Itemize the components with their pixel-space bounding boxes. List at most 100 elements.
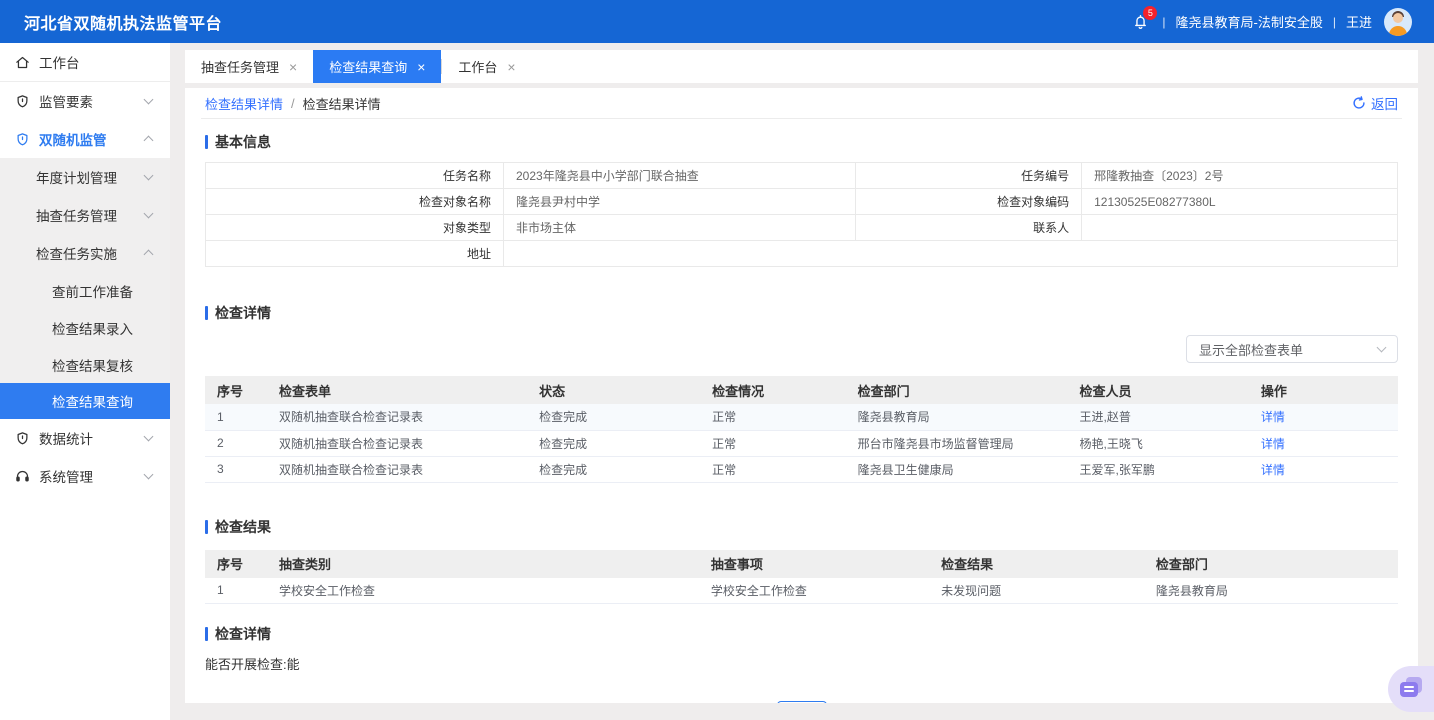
breadcrumb: 检查结果详情 / 检查结果详情 返回 <box>201 88 1402 119</box>
chevron-down-icon <box>144 209 154 219</box>
inspection-result-table: 序号 抽查类别 抽查事项 检查结果 检查部门 1 学校安全工作检查 学校安全工作… <box>205 550 1398 605</box>
user-avatar[interactable] <box>1384 8 1412 36</box>
tab-spot-check-tasks[interactable]: 抽查任务管理 × <box>185 50 313 83</box>
content-card: 检查结果详情 / 检查结果详情 返回 基本信息 <box>185 88 1418 703</box>
sidebar-item-double-random[interactable]: 双随机监管 <box>0 120 170 158</box>
field-value <box>1082 215 1398 241</box>
sidebar-item-data-statistics[interactable]: 数据统计 <box>0 419 170 457</box>
tab-bar: 抽查任务管理 × 检查结果查询 × 工作台 × <box>185 50 1418 83</box>
chevron-up-icon <box>144 136 154 146</box>
field-value: 12130525E08277380L <box>1082 189 1398 215</box>
detail-link[interactable]: 详情 <box>1261 437 1285 451</box>
sidebar-item-supervision-elements[interactable]: 监管要素 <box>0 82 170 120</box>
table-row: 1 双随机抽查联合检查记录表 检查完成 正常 隆尧县教育局 王进,赵普 详情 <box>205 404 1398 430</box>
notification-badge: 5 <box>1143 6 1157 20</box>
table-row: 1 学校安全工作检查 学校安全工作检查 未发现问题 隆尧县教育局 <box>205 578 1398 604</box>
field-label: 任务编号 <box>855 163 1081 189</box>
headset-icon <box>15 469 30 484</box>
user-name: 王进 <box>1346 12 1372 31</box>
inspection-detail-table: 序号 检查表单 状态 检查情况 检查部门 检查人员 操作 1 双随机抽查联合检查 <box>205 376 1398 483</box>
section-bottom-detail: 检查详情 <box>205 624 1398 644</box>
sidebar-item-inspection-implementation[interactable]: 检查任务实施 <box>0 234 170 272</box>
breadcrumb-separator: / <box>291 96 295 111</box>
sidebar-item-spot-check-tasks[interactable]: 抽查任务管理 <box>0 196 170 234</box>
field-label: 任务名称 <box>206 163 504 189</box>
breadcrumb-parent-link[interactable]: 检查结果详情 <box>205 94 283 113</box>
header-separator: | <box>1162 15 1165 29</box>
back-button[interactable]: 返回 <box>777 701 827 703</box>
col-inspectors: 检查人员 <box>1068 376 1249 404</box>
header-separator: | <box>1333 15 1336 29</box>
header-right: 5 | 隆尧县教育局-法制安全股 | 王进 <box>1128 8 1412 36</box>
undo-arrow-icon <box>1352 96 1366 110</box>
col-situation: 检查情况 <box>700 376 846 404</box>
section-bar <box>205 135 208 149</box>
detail-link[interactable]: 详情 <box>1261 463 1285 477</box>
section-bar <box>205 627 208 641</box>
table-header-row: 序号 抽查类别 抽查事项 检查结果 检查部门 <box>205 550 1398 578</box>
chat-bubbles-icon <box>1398 677 1424 701</box>
section-basic-info: 基本信息 <box>205 132 1398 152</box>
sidebar-submenu: 年度计划管理 抽查任务管理 检查任务实施 查前工作准备 检查结果录入 <box>0 158 170 419</box>
can-inspect-text: 能否开展检查:能 <box>205 654 1398 673</box>
breadcrumb-current: 检查结果详情 <box>303 94 381 113</box>
shield-icon <box>15 132 30 147</box>
table-row: 2 双随机抽查联合检查记录表 检查完成 正常 邢台市隆尧县市场监督管理局 杨艳,… <box>205 430 1398 456</box>
field-value: 邢隆教抽查〔2023〕2号 <box>1082 163 1398 189</box>
field-label: 联系人 <box>855 215 1081 241</box>
chevron-up-icon <box>144 250 154 260</box>
button-row: 返回 <box>205 701 1398 703</box>
notification-bell-button[interactable]: 5 <box>1128 10 1152 34</box>
close-icon[interactable]: × <box>417 59 425 75</box>
close-icon[interactable]: × <box>507 59 515 75</box>
field-label: 检查对象名称 <box>206 189 504 215</box>
back-link[interactable]: 返回 <box>1352 93 1398 113</box>
section-bar <box>205 520 208 534</box>
org-name: 隆尧县教育局-法制安全股 <box>1176 12 1323 31</box>
filter-row: 显示全部检查表单 <box>205 335 1398 363</box>
col-result: 检查结果 <box>929 550 1144 578</box>
col-form: 检查表单 <box>267 376 527 404</box>
app-header: 河北省双随机执法监管平台 5 | 隆尧县教育局-法制安全股 | 王进 <box>0 0 1434 43</box>
sidebar-item-result-review[interactable]: 检查结果复核 <box>0 346 170 383</box>
avatar-body <box>1389 26 1407 36</box>
chevron-down-icon <box>144 171 154 181</box>
sidebar-item-result-entry[interactable]: 检查结果录入 <box>0 309 170 346</box>
field-label: 地址 <box>206 241 504 267</box>
col-seq: 序号 <box>205 550 267 578</box>
sidebar-item-pre-check-preparation[interactable]: 查前工作准备 <box>0 272 170 309</box>
app-root: 河北省双随机执法监管平台 5 | 隆尧县教育局-法制安全股 | 王进 <box>0 0 1434 720</box>
app-title: 河北省双随机执法监管平台 <box>24 10 222 34</box>
sidebar: 工作台 监管要素 双随机监管 年度计划管理 抽查任务管理 <box>0 43 170 720</box>
chevron-down-icon <box>144 95 154 105</box>
table-row: 任务名称 2023年隆尧县中小学部门联合抽查 任务编号 邢隆教抽查〔2023〕2… <box>206 163 1398 189</box>
col-category: 抽查类别 <box>267 550 699 578</box>
table-header-row: 序号 检查表单 状态 检查情况 检查部门 检查人员 操作 <box>205 376 1398 404</box>
table-row: 对象类型 非市场主体 联系人 <box>206 215 1398 241</box>
home-icon <box>15 55 30 70</box>
form-filter-select[interactable]: 显示全部检查表单 <box>1186 335 1398 363</box>
field-value: 非市场主体 <box>504 215 856 241</box>
field-label: 检查对象编码 <box>855 189 1081 215</box>
col-seq: 序号 <box>205 376 267 404</box>
col-department: 检查部门 <box>1144 550 1398 578</box>
avatar-head <box>1393 13 1403 23</box>
field-value <box>504 241 1398 267</box>
sidebar-item-system-management[interactable]: 系统管理 <box>0 457 170 495</box>
detail-link[interactable]: 详情 <box>1261 410 1285 424</box>
shield-icon <box>15 431 30 446</box>
sidebar-item-result-query[interactable]: 检查结果查询 <box>0 383 170 419</box>
assistant-widget-button[interactable] <box>1388 666 1434 712</box>
sidebar-item-annual-plan[interactable]: 年度计划管理 <box>0 158 170 196</box>
tab-workbench[interactable]: 工作台 × <box>442 50 531 83</box>
close-icon[interactable]: × <box>289 59 297 75</box>
section-bar <box>205 306 208 320</box>
table-row: 检查对象名称 隆尧县尹村中学 检查对象编码 12130525E08277380L <box>206 189 1398 215</box>
col-department: 检查部门 <box>846 376 1068 404</box>
chevron-down-icon <box>1377 343 1387 353</box>
table-row: 3 双随机抽查联合检查记录表 检查完成 正常 隆尧县卫生健康局 王爱军,张军鹏 … <box>205 456 1398 482</box>
col-item: 抽查事项 <box>699 550 929 578</box>
sidebar-item-workbench[interactable]: 工作台 <box>0 43 170 81</box>
tab-result-query[interactable]: 检查结果查询 × <box>313 50 441 83</box>
field-label: 对象类型 <box>206 215 504 241</box>
